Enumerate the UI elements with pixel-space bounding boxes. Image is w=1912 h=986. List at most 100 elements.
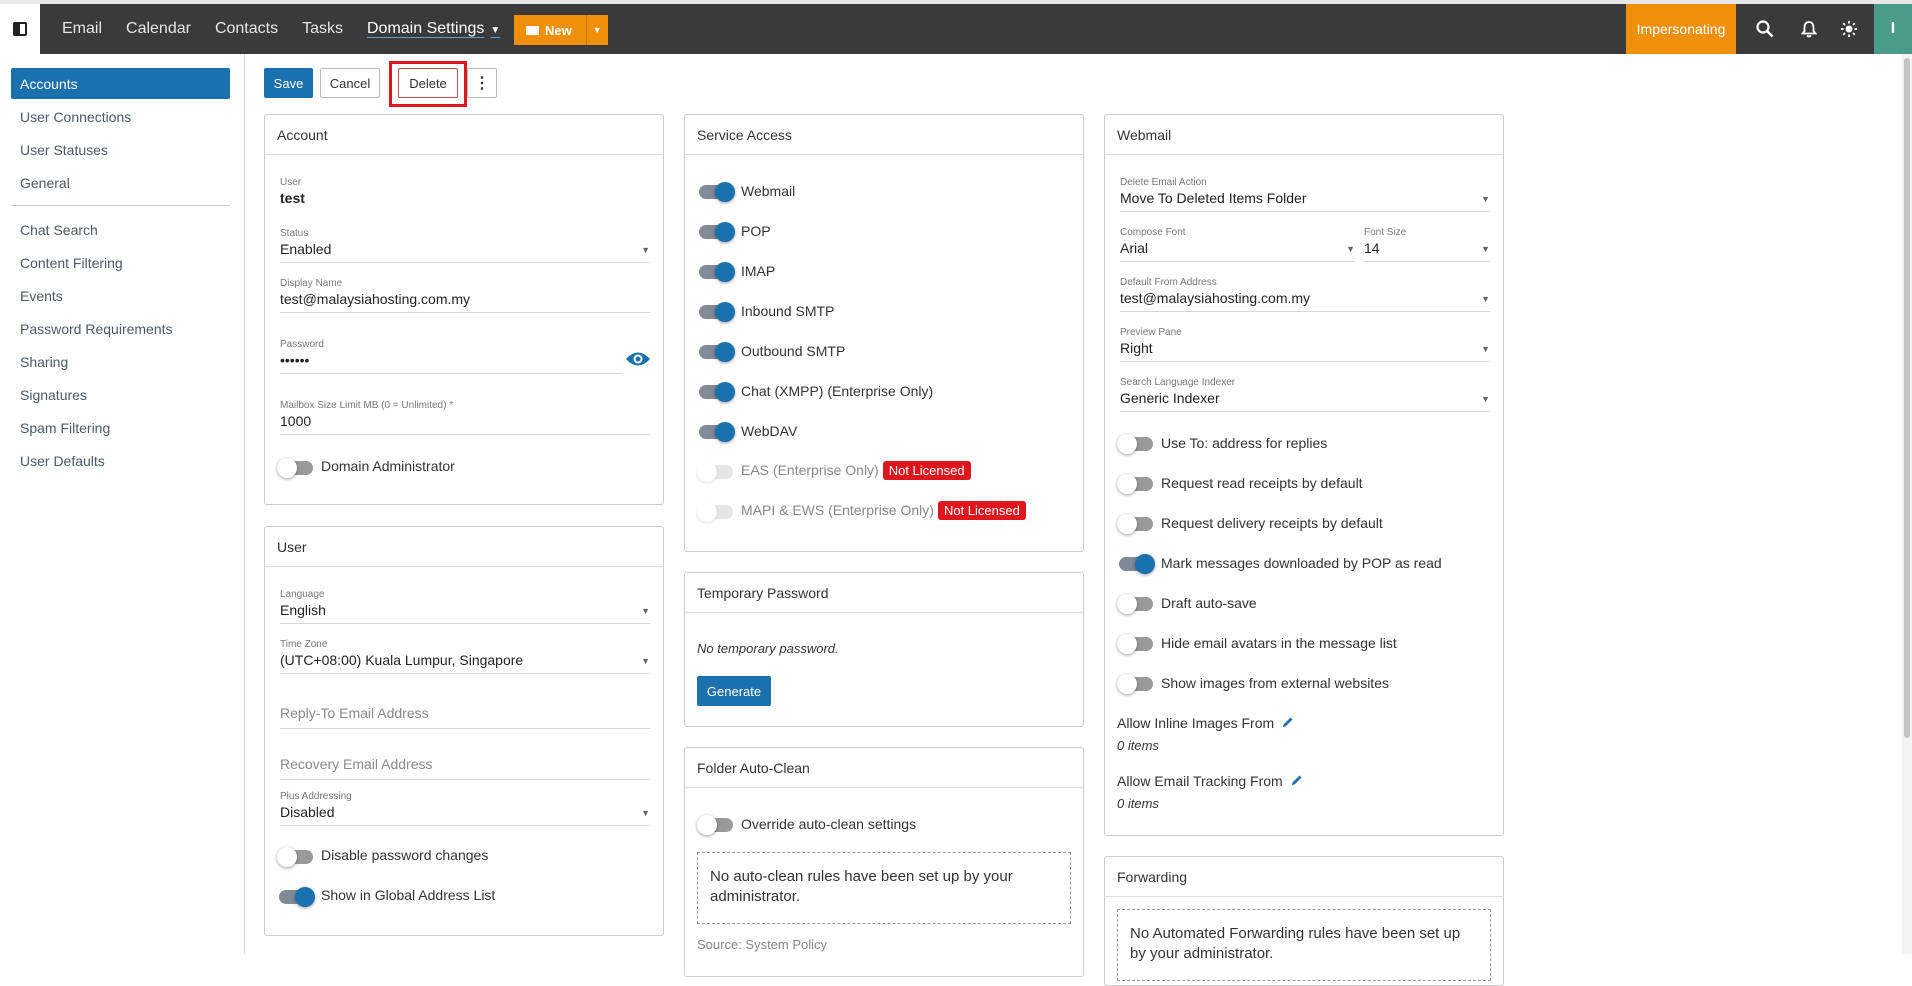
eye-icon [626,352,650,366]
nav-tasks[interactable]: Tasks [302,20,343,38]
generate-button[interactable]: Generate [697,676,771,706]
forwarding-panel-title: Forwarding [1105,857,1503,897]
hide-avatars-toggle[interactable] [1117,634,1153,654]
eas-toggle [697,462,733,482]
toggle-knob [715,342,735,362]
folder-auto-clean-panel: Folder Auto-Clean Override auto-clean se… [684,747,1084,977]
sidebar-item-password-requirements[interactable]: Password Requirements [11,313,230,344]
chat-xmpp-toggle[interactable] [699,382,735,402]
toggle-knob [1117,434,1137,454]
draft-auto-save-toggle[interactable] [1117,594,1153,614]
allow-inline-images-label: Allow Inline Images From [1117,715,1275,731]
font-size-value: 14 [1364,240,1380,256]
plus-addressing-select[interactable]: Plus Addressing Disabled ▼ [280,791,650,826]
caret-down-icon: ▼ [1481,394,1490,404]
disable-password-changes-toggle[interactable] [277,847,313,867]
show-in-gal-toggle[interactable] [279,887,315,907]
sidebar-item-user-connections[interactable]: User Connections [11,101,230,132]
outbound-smtp-toggle[interactable] [699,342,735,362]
language-select[interactable]: Language English ▼ [280,589,650,624]
field-underline [1120,311,1490,312]
notifications-button[interactable] [1792,4,1826,54]
delete-email-action-select[interactable]: Delete Email Action Move To Deleted Item… [1120,177,1490,212]
more-actions-button[interactable]: ⋮ [467,68,497,98]
pop-toggle[interactable] [699,222,735,242]
page-scrollbar[interactable] [1902,54,1912,954]
caret-down-icon: ▼ [1481,194,1490,204]
font-size-select[interactable]: Font Size 14 ▼ [1364,227,1490,262]
inbound-smtp-toggle[interactable] [699,302,735,322]
cancel-button[interactable]: Cancel [320,68,380,98]
sidebar-toggle-button[interactable] [0,4,40,54]
sidebar-item-accounts[interactable]: Accounts [11,68,230,99]
recovery-email-input[interactable]: Recovery Email Address [280,756,650,780]
temporary-password-panel: Temporary Password No temporary password… [684,572,1084,727]
webmail-toggle[interactable] [699,182,735,202]
save-button[interactable]: Save [264,68,313,98]
user-value: test [280,190,305,206]
password-input[interactable]: Password •••••• [280,339,622,374]
field-underline [280,434,650,435]
sidebar-item-content-filtering[interactable]: Content Filtering [11,247,230,278]
user-avatar[interactable]: I [1874,4,1912,54]
nav-domain-settings[interactable]: Domain Settings ▼ [367,20,500,38]
nav-calendar[interactable]: Calendar [126,20,191,38]
use-to-address-label: Use To: address for replies [1161,435,1328,451]
scrollbar-thumb[interactable] [1904,58,1910,738]
eas-row: EAS (Enterprise Only) Not Licensed [741,461,971,480]
sidebar-item-spam-filtering[interactable]: Spam Filtering [11,412,230,443]
read-receipts-toggle[interactable] [1117,474,1153,494]
toggle-knob [1117,674,1137,694]
timezone-label: Time Zone [280,639,328,650]
override-auto-clean-toggle[interactable] [697,815,733,835]
imap-toggle[interactable] [699,262,735,282]
not-licensed-badge: Not Licensed [882,461,971,480]
theme-toggle-button[interactable] [1832,4,1866,54]
field-underline [1120,261,1355,262]
mailbox-size-input[interactable]: Mailbox Size Limit MB (0 = Unlimited) * … [280,400,650,435]
nav-email[interactable]: Email [62,20,102,38]
delete-highlight-box [389,61,467,107]
search-language-indexer-select[interactable]: Search Language Indexer Generic Indexer … [1120,377,1490,412]
preview-pane-label: Preview Pane [1120,327,1182,338]
toggle-knob [715,262,735,282]
sidebar-item-sharing[interactable]: Sharing [11,346,230,377]
use-to-address-toggle[interactable] [1117,434,1153,454]
domain-admin-toggle[interactable] [277,458,313,478]
imap-label: IMAP [741,263,776,279]
delete-email-action-value: Move To Deleted Items Folder [1120,190,1307,206]
status-select[interactable]: Status Enabled ▼ [280,228,650,263]
mark-pop-read-toggle[interactable] [1119,554,1155,574]
settings-sidebar: Accounts User Connections User Statuses … [0,54,245,954]
webmail-panel-title: Webmail [1105,115,1503,155]
timezone-select[interactable]: Time Zone (UTC+08:00) Kuala Lumpur, Sing… [280,639,650,674]
default-from-address-select[interactable]: Default From Address test@malaysiahostin… [1120,277,1490,312]
impersonating-button[interactable]: Impersonating [1626,4,1736,54]
compose-font-select[interactable]: Compose Font Arial ▼ [1120,227,1355,262]
language-value: English [280,602,326,618]
preview-pane-value: Right [1120,340,1153,356]
display-name-input[interactable]: Display Name test@malaysiahosting.com.my [280,278,650,313]
sidebar-item-events[interactable]: Events [11,280,230,311]
sidebar-item-general[interactable]: General [11,167,230,198]
search-button[interactable] [1748,4,1782,54]
mailbox-size-label: Mailbox Size Limit MB (0 = Unlimited) * [280,400,454,411]
pencil-icon[interactable] [1291,774,1303,786]
reply-to-input[interactable]: Reply-To Email Address [280,705,650,729]
new-button[interactable]: New [514,15,586,45]
nav-contacts[interactable]: Contacts [215,20,278,38]
new-dropdown-button[interactable]: ▼ [585,15,608,45]
sidebar-item-user-statuses[interactable]: User Statuses [11,134,230,165]
recovery-email-placeholder: Recovery Email Address [280,756,433,772]
webdav-toggle[interactable] [699,422,735,442]
user-panel: User Language English ▼ Time Zone (UTC+0… [264,526,664,936]
show-password-button[interactable] [625,350,651,373]
sidebar-item-user-defaults[interactable]: User Defaults [11,445,230,476]
field-underline [280,779,650,780]
external-images-toggle[interactable] [1117,674,1153,694]
delivery-receipts-toggle[interactable] [1117,514,1153,534]
preview-pane-select[interactable]: Preview Pane Right ▼ [1120,327,1490,362]
sidebar-item-chat-search[interactable]: Chat Search [11,214,230,245]
pencil-icon[interactable] [1282,716,1294,728]
sidebar-item-signatures[interactable]: Signatures [11,379,230,410]
